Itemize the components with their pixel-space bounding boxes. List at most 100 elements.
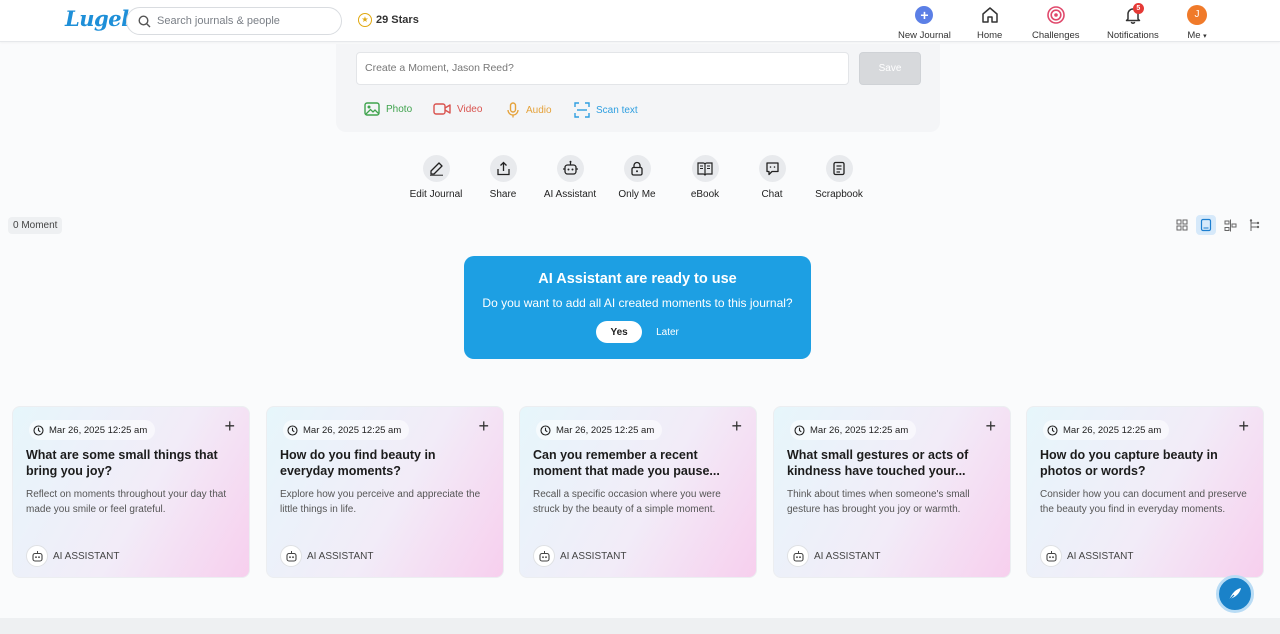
grid-view-toggle[interactable]	[1172, 215, 1192, 235]
search-box[interactable]	[126, 7, 342, 35]
share-icon	[496, 161, 510, 176]
scan-text-button[interactable]: Scan text	[574, 102, 638, 118]
nav-me-row: Me ▾	[1187, 30, 1206, 41]
add-moment-button[interactable]: +	[224, 416, 235, 436]
photo-button[interactable]: Photo	[364, 102, 412, 116]
top-navigation-bar: Lugelo ★ 29 Stars + New Journal Home Cha…	[0, 0, 1280, 42]
share-label: Share	[489, 189, 517, 200]
ai-assistant-button[interactable]: AI Assistant	[535, 155, 605, 200]
ebook-label: eBook	[690, 189, 720, 200]
edit-icon	[429, 162, 443, 176]
add-moment-button[interactable]: +	[731, 416, 742, 436]
ai-avatar-icon	[26, 545, 48, 567]
card-author-name: AI ASSISTANT	[560, 550, 627, 562]
stars-counter[interactable]: ★ 29 Stars	[358, 13, 419, 27]
card-author: AI ASSISTANT	[787, 545, 881, 567]
card-title: How do you find beauty in everyday momen…	[280, 448, 436, 478]
nav-challenges[interactable]: Challenges	[1032, 4, 1080, 41]
card-description: Reflect on moments throughout your day t…	[26, 489, 227, 515]
add-moment-button[interactable]: +	[985, 416, 996, 436]
ebook-button[interactable]: eBook	[670, 155, 740, 200]
moment-card[interactable]: Mar 26, 2025 12:25 am + What small gesture…	[773, 406, 1011, 578]
search-icon	[138, 14, 151, 27]
moment-card[interactable]: Mar 26, 2025 12:25 am + What are some smal…	[12, 406, 250, 578]
microphone-icon	[507, 102, 519, 118]
nav-new-journal[interactable]: + New Journal	[898, 4, 951, 41]
add-moment-button[interactable]: +	[478, 416, 489, 436]
chat-label: Chat	[761, 189, 783, 200]
lock-icon	[631, 161, 643, 176]
card-author: AI ASSISTANT	[533, 545, 627, 567]
nav-home[interactable]: Home	[977, 4, 1002, 41]
chevron-down-icon: ▾	[1203, 33, 1207, 40]
edit-journal-label: Edit Journal	[409, 189, 463, 200]
yes-button[interactable]: Yes	[596, 321, 643, 343]
card-title: What small gestures or acts of kindness …	[787, 448, 969, 478]
card-author-name: AI ASSISTANT	[53, 550, 120, 562]
audio-button[interactable]: Audio	[506, 102, 552, 118]
ai-avatar-icon	[1040, 545, 1062, 567]
card-date: Mar 26, 2025 12:25 am	[283, 420, 410, 440]
card-date: Mar 26, 2025 12:25 am	[536, 420, 663, 440]
moment-card[interactable]: Mar 26, 2025 12:25 am + Can you remember a…	[519, 406, 757, 578]
scan-text-label: Scan text	[596, 104, 638, 116]
nav-notifications-label: Notifications	[1107, 30, 1159, 41]
grid-icon	[1176, 219, 1188, 231]
nav-challenges-label: Challenges	[1032, 30, 1080, 41]
nav-me[interactable]: J Me ▾	[1187, 4, 1207, 41]
page-footer	[0, 618, 1280, 634]
ai-assistant-label: AI Assistant	[543, 189, 597, 200]
ai-avatar-icon	[533, 545, 555, 567]
plus-circle-icon: +	[915, 6, 934, 24]
card-date: Mar 26, 2025 12:25 am	[1043, 420, 1170, 440]
nav-new-journal-label: New Journal	[898, 30, 951, 41]
share-button[interactable]: Share	[468, 155, 538, 200]
write-moment-fab[interactable]	[1216, 575, 1254, 613]
ai-assistant-prompt: AI Assistant are ready to use Do you wan…	[464, 256, 811, 359]
nav-notifications[interactable]: 5 Notifications	[1107, 3, 1159, 41]
book-icon	[697, 162, 713, 176]
video-label: Video	[457, 103, 483, 115]
nav-me-label: Me	[1187, 30, 1201, 41]
home-icon	[981, 7, 998, 23]
card-view-toggle[interactable]	[1196, 215, 1216, 235]
card-description: Think about times when someone's small g…	[787, 489, 970, 515]
star-icon: ★	[358, 13, 372, 27]
card-date-text: Mar 26, 2025 12:25 am	[1063, 424, 1162, 436]
moment-input[interactable]	[356, 52, 849, 85]
card-author: AI ASSISTANT	[26, 545, 120, 567]
tree-icon	[1249, 218, 1260, 231]
card-description: Recall a specific occasion where you wer…	[533, 489, 721, 515]
card-date: Mar 26, 2025 12:25 am	[29, 420, 156, 440]
card-date-text: Mar 26, 2025 12:25 am	[556, 424, 655, 436]
card-description: Explore how you perceive and appreciate …	[280, 489, 481, 515]
moment-card[interactable]: Mar 26, 2025 12:25 am + How do you find be…	[266, 406, 504, 578]
moment-card[interactable]: Mar 26, 2025 12:25 am + How do you capture…	[1026, 406, 1264, 578]
ai-avatar-icon	[280, 545, 302, 567]
tree-view-toggle[interactable]	[1244, 215, 1264, 235]
card-view-icon	[1200, 218, 1212, 232]
only-me-button[interactable]: Only Me	[602, 155, 672, 200]
scrapbook-icon	[833, 161, 845, 176]
scrapbook-button[interactable]: Scrapbook	[804, 155, 874, 200]
card-author-name: AI ASSISTANT	[814, 550, 881, 562]
add-moment-button[interactable]: +	[1238, 416, 1249, 436]
search-input[interactable]	[157, 15, 327, 27]
later-button[interactable]: Later	[656, 327, 679, 338]
card-author-name: AI ASSISTANT	[1067, 550, 1134, 562]
card-date: Mar 26, 2025 12:25 am	[790, 420, 917, 440]
nav-home-label: Home	[977, 30, 1003, 41]
edit-journal-button[interactable]: Edit Journal	[401, 155, 471, 200]
moment-composer: Save Photo Video Audio Scan text	[336, 44, 940, 132]
card-date-text: Mar 26, 2025 12:25 am	[810, 424, 909, 436]
save-button[interactable]: Save	[859, 52, 921, 85]
card-title: How do you capture beauty in photos or w…	[1040, 448, 1218, 478]
chat-button[interactable]: Chat	[737, 155, 807, 200]
photo-icon	[364, 102, 380, 116]
timeline-view-toggle[interactable]	[1220, 215, 1240, 235]
video-button[interactable]: Video	[433, 102, 482, 116]
ai-prompt-title: AI Assistant are ready to use	[538, 271, 737, 287]
scrapbook-label: Scrapbook	[815, 189, 863, 200]
card-author-name: AI ASSISTANT	[307, 550, 374, 562]
audio-label: Audio	[526, 104, 552, 116]
